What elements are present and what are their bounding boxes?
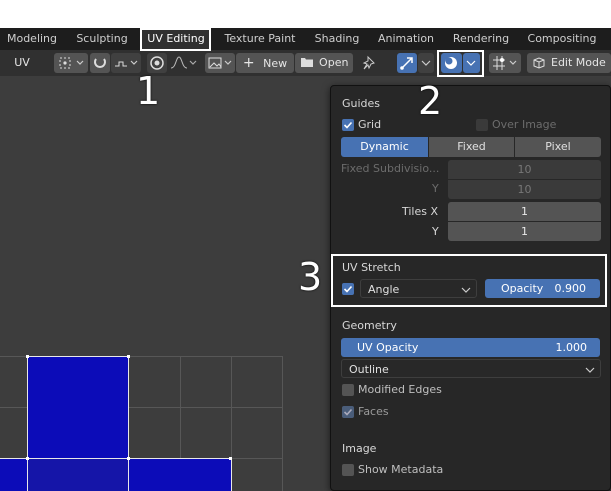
tab-modeling[interactable]: Modeling <box>0 28 64 50</box>
image-icon <box>208 57 232 69</box>
open-image-label: Open <box>319 56 349 69</box>
grid-mode-pixel[interactable]: Pixel <box>515 137 601 157</box>
edge-display-value: Outline <box>349 363 389 376</box>
pin-image-button[interactable] <box>358 53 382 73</box>
guides-header: Guides <box>342 97 381 110</box>
plus-icon: + <box>242 55 255 71</box>
grid-line <box>282 356 283 491</box>
fixed-subdivisions-x-field[interactable]: 10 <box>448 160 601 179</box>
over-image-label: Over Image <box>492 118 557 131</box>
fixed-subdivisions-label: Fixed Subdivisio... <box>341 162 440 175</box>
uv-opacity-label: UV Opacity <box>357 341 419 354</box>
uv-select-mode-dropdown[interactable] <box>489 53 521 73</box>
callout-number-2: 2 <box>418 79 443 123</box>
pin-icon <box>362 55 375 70</box>
gizmo-toggle[interactable] <box>397 53 417 73</box>
callout-number-1: 1 <box>136 69 161 113</box>
over-image-checkbox[interactable] <box>476 119 488 131</box>
mode-label: Edit Mode <box>551 56 606 69</box>
callout-number-3: 3 <box>298 255 323 299</box>
uv-opacity-slider[interactable]: UV Opacity 1.000 <box>341 338 600 357</box>
uv-editing-tab-highlight <box>140 28 211 51</box>
image-browse-dropdown[interactable] <box>205 53 235 73</box>
tiles-x-field[interactable]: 1 <box>448 202 601 221</box>
chevron-down-icon <box>585 367 595 373</box>
uv-stretch-highlight <box>331 254 607 307</box>
grid-checkbox[interactable] <box>342 119 354 131</box>
mode-dropdown[interactable]: Edit Mode <box>527 53 611 73</box>
uv-face[interactable] <box>0 458 28 491</box>
fixed-subdivisions-y-label: Y <box>432 182 439 195</box>
tiles-y-field[interactable]: 1 <box>448 222 601 241</box>
edit-mode-icon <box>533 57 545 69</box>
uv-vertex[interactable] <box>26 457 29 460</box>
falloff-dropdown[interactable] <box>168 53 198 73</box>
modified-edges-checkbox[interactable] <box>342 384 354 396</box>
faces-checkbox[interactable] <box>342 406 354 418</box>
grid-mode-fixed[interactable]: Fixed <box>429 137 514 157</box>
edge-display-dropdown[interactable]: Outline <box>341 359 601 378</box>
tiles-y-label: Y <box>432 225 439 238</box>
uv-editor-header: UV + New Open Edit Mode <box>0 50 611 76</box>
uv-opacity-value: 1.000 <box>555 341 588 354</box>
sync-selection-toggle[interactable] <box>90 53 110 73</box>
image-header: Image <box>342 442 377 455</box>
pivot-icon <box>59 57 84 69</box>
open-image-button[interactable]: Open <box>295 53 353 73</box>
geometry-header: Geometry <box>342 319 397 332</box>
uv-face[interactable] <box>27 356 129 459</box>
overlays-button-highlight <box>437 50 484 77</box>
checkmark-icon <box>343 408 353 416</box>
grid-mode-dynamic[interactable]: Dynamic <box>341 137 428 157</box>
fixed-subdivisions-y-field[interactable]: 10 <box>448 180 601 199</box>
tab-sculpting[interactable]: Sculpting <box>68 28 136 50</box>
editor-type-label[interactable]: UV <box>4 53 40 73</box>
gizmo-icon <box>400 57 413 70</box>
folder-icon <box>300 58 313 67</box>
gizmo-dropdown[interactable] <box>418 53 434 73</box>
falloff-curve-icon <box>170 56 197 69</box>
uv-vertex[interactable] <box>229 457 232 460</box>
uv-vertex-select-icon <box>493 56 517 70</box>
chevron-down-icon <box>421 60 431 66</box>
uv-face[interactable] <box>27 458 129 491</box>
tab-rendering[interactable]: Rendering <box>446 28 516 50</box>
tab-animation[interactable]: Animation <box>372 28 440 50</box>
show-metadata-label: Show Metadata <box>358 463 444 476</box>
faces-label: Faces <box>358 405 389 418</box>
show-metadata-checkbox[interactable] <box>342 464 354 476</box>
snap-magnet-icon <box>94 58 106 68</box>
new-image-button[interactable]: + New <box>236 53 294 73</box>
modified-edges-label: Modified Edges <box>358 383 442 396</box>
new-image-label: New <box>263 57 288 70</box>
uv-face[interactable] <box>128 458 232 491</box>
uv-vertex[interactable] <box>127 355 130 358</box>
tab-shading[interactable]: Shading <box>308 28 366 50</box>
tab-compositing[interactable]: Compositing <box>522 28 602 50</box>
grid-label: Grid <box>358 118 382 131</box>
checkmark-icon <box>343 121 353 129</box>
uv-vertex[interactable] <box>26 355 29 358</box>
tiles-x-label: Tiles X <box>402 205 439 218</box>
tab-texture-paint[interactable]: Texture Paint <box>218 28 302 50</box>
workspace-tabs-bar: Modeling Sculpting UV Editing Texture Pa… <box>0 28 611 50</box>
uv-vertex[interactable] <box>127 457 130 460</box>
pivot-point-dropdown[interactable] <box>54 53 88 73</box>
